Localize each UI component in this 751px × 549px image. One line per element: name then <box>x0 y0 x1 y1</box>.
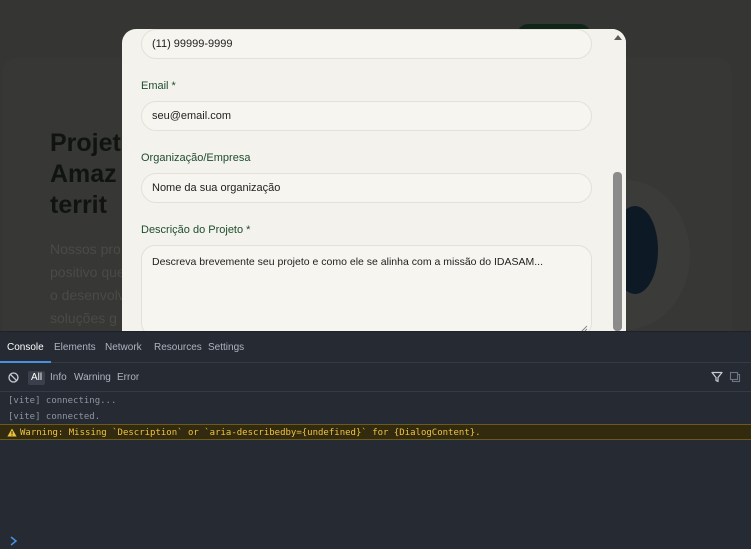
tab-network[interactable]: Network <box>98 332 149 363</box>
clear-console-icon[interactable] <box>8 372 19 383</box>
scrollbar-thumb[interactable] <box>613 172 622 331</box>
description-placeholder: Descreva brevemente seu projeto e como e… <box>152 256 544 268</box>
tab-settings[interactable]: Settings <box>201 332 251 363</box>
console-warning-line: Warning: Missing `Description` or `aria-… <box>0 424 751 440</box>
dialog-scrollbar[interactable] <box>610 29 626 331</box>
filter-error[interactable]: Error <box>114 371 142 385</box>
organization-label: Organização/Empresa <box>141 152 251 164</box>
project-dialog: (11) 99999-9999 Email * seu@email.com Or… <box>122 29 626 331</box>
phone-field[interactable]: (11) 99999-9999 <box>141 29 592 59</box>
copy-icon[interactable] <box>729 371 741 383</box>
email-field[interactable]: seu@email.com <box>141 101 592 131</box>
tab-console[interactable]: Console <box>0 332 51 363</box>
filter-warning[interactable]: Warning <box>71 371 114 385</box>
tab-resources[interactable]: Resources <box>147 332 209 363</box>
organization-field[interactable]: Nome da sua organização <box>141 173 592 203</box>
console-warning-text: Warning: Missing `Description` or `aria-… <box>20 428 481 438</box>
scroll-up-arrow-icon[interactable] <box>614 35 622 40</box>
email-label: Email * <box>141 80 176 92</box>
dialog-form: (11) 99999-9999 Email * seu@email.com Or… <box>122 29 610 331</box>
filter-all[interactable]: All <box>28 371 46 385</box>
filter-info[interactable]: Info <box>47 371 70 385</box>
console-log-line: [vite] connecting... <box>8 396 117 406</box>
console-prompt-chevron-icon[interactable] <box>9 536 18 546</box>
devtools-panel: Console Elements Network Resources Setti… <box>0 331 751 549</box>
description-label: Descrição do Projeto * <box>141 224 251 236</box>
description-textarea[interactable]: Descreva brevemente seu projeto e como e… <box>141 245 592 331</box>
warning-icon <box>7 428 17 437</box>
hero-description: Nossos pro positivo que o desenvolvi sol… <box>50 241 128 326</box>
console-filter-bar: All Info Warning Error <box>0 363 751 392</box>
devtools-tabbar: Console Elements Network Resources Setti… <box>0 332 751 363</box>
funnel-filter-icon[interactable] <box>711 371 723 383</box>
tab-elements[interactable]: Elements <box>47 332 103 363</box>
console-log-line: [vite] connected. <box>8 412 101 422</box>
